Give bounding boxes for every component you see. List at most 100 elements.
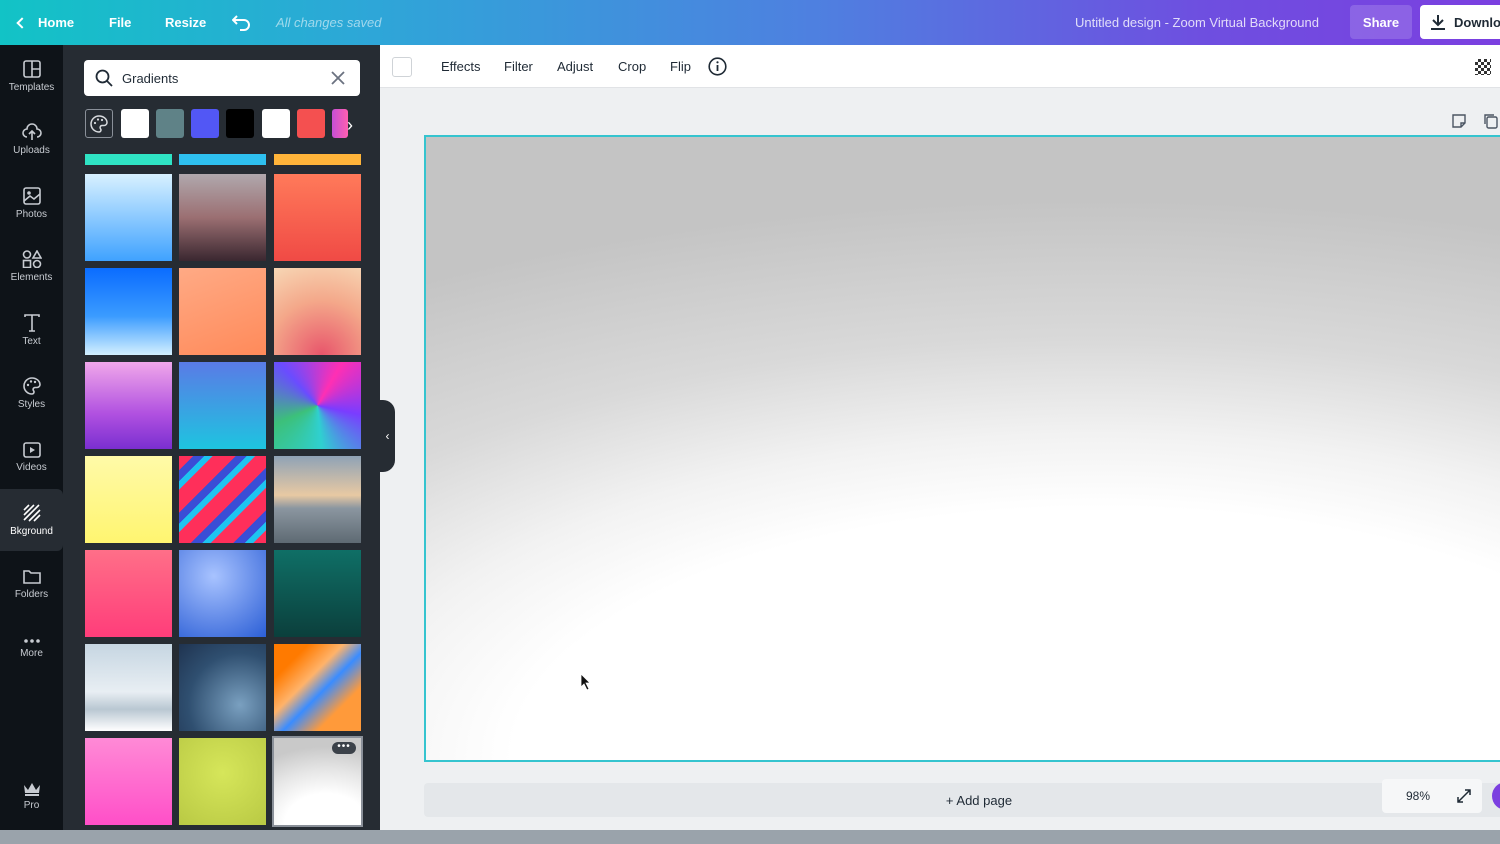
sidebar-item-label: Styles — [17, 398, 46, 410]
background-thumbnail[interactable] — [179, 456, 266, 543]
sidebar-item-elements[interactable]: Elements — [0, 235, 63, 297]
background-thumbnail[interactable] — [179, 644, 266, 731]
video-icon — [22, 441, 41, 458]
color-swatch[interactable] — [226, 109, 254, 138]
templates-icon — [22, 59, 41, 78]
download-icon — [1431, 15, 1445, 30]
clear-search-icon[interactable] — [330, 70, 346, 86]
background-stripes-icon — [22, 503, 41, 522]
sidebar-item-styles[interactable]: Styles — [0, 362, 63, 424]
sidebar-item-label: Text — [22, 335, 41, 347]
color-swatch[interactable] — [262, 109, 290, 138]
color-swatch[interactable] — [121, 109, 149, 138]
search-box — [84, 60, 360, 96]
info-icon[interactable] — [708, 57, 727, 76]
crown-icon — [23, 782, 40, 796]
color-swatch[interactable] — [332, 109, 348, 138]
resize-button[interactable]: Resize — [165, 0, 206, 45]
background-thumbnail[interactable] — [85, 738, 172, 825]
search-input[interactable] — [122, 60, 322, 96]
fullscreen-icon[interactable] — [1456, 788, 1472, 804]
background-thumbnail[interactable] — [274, 268, 361, 355]
chevron-right-icon[interactable]: › — [347, 115, 353, 136]
os-dock — [0, 830, 1500, 844]
background-thumbnail-selected[interactable]: ••• — [272, 736, 363, 827]
zoom-control: 98% — [1382, 779, 1482, 813]
background-thumbnail[interactable] — [85, 174, 172, 261]
download-button[interactable]: Downlo — [1420, 5, 1500, 39]
sidebar-item-label: Folders — [14, 588, 49, 600]
background-thumbnail[interactable] — [179, 738, 266, 825]
chevron-left-icon — [16, 16, 28, 29]
left-sidebar: Templates Uploads Photos Elements Text S… — [0, 45, 63, 830]
color-swatch[interactable] — [191, 109, 219, 138]
editor-toolbar: Effects Filter Adjust Crop Flip — [380, 45, 1500, 88]
more-dots-icon — [23, 638, 40, 643]
sidebar-item-label: Videos — [16, 461, 47, 473]
sidebar-item-templates[interactable]: Templates — [0, 45, 63, 107]
background-thumbnail[interactable] — [274, 644, 361, 731]
add-note-icon[interactable] — [1451, 113, 1467, 129]
background-thumbnail[interactable] — [85, 550, 172, 637]
background-thumbnail[interactable] — [274, 362, 361, 449]
transparency-icon[interactable] — [1475, 59, 1491, 75]
sidebar-item-label: More — [20, 647, 43, 659]
sidebar-item-label: Templates — [8, 81, 55, 93]
effects-button[interactable]: Effects — [441, 45, 481, 88]
background-thumbnail[interactable] — [85, 268, 172, 355]
save-status: All changes saved — [276, 15, 382, 30]
background-thumbnail[interactable] — [179, 362, 266, 449]
text-icon — [23, 313, 40, 332]
background-thumbnail[interactable] — [85, 362, 172, 449]
share-button[interactable]: Share — [1350, 5, 1412, 39]
upload-cloud-icon — [21, 122, 42, 140]
shapes-icon — [22, 249, 42, 268]
top-bar: Home File Resize All changes saved Untit… — [0, 0, 1500, 45]
background-thumbnail[interactable] — [274, 174, 361, 261]
background-thumbnail[interactable] — [85, 154, 172, 165]
sidebar-item-more[interactable]: More — [0, 617, 63, 679]
collapse-panel-button[interactable]: ‹ — [380, 400, 395, 472]
sidebar-item-uploads[interactable]: Uploads — [0, 108, 63, 170]
home-label: Home — [38, 15, 75, 30]
background-thumbnail[interactable] — [85, 644, 172, 731]
duplicate-page-icon[interactable] — [1483, 113, 1499, 129]
design-canvas[interactable] — [424, 135, 1500, 762]
flip-button[interactable]: Flip — [670, 45, 691, 88]
background-thumbnail[interactable] — [274, 154, 361, 165]
color-palette-button[interactable] — [85, 109, 113, 138]
photo-icon — [22, 186, 41, 205]
background-thumbnail[interactable] — [179, 268, 266, 355]
sidebar-item-videos[interactable]: Videos — [0, 426, 63, 488]
sidebar-item-pro[interactable]: Pro — [0, 765, 63, 827]
adjust-button[interactable]: Adjust — [557, 45, 593, 88]
color-swatch[interactable] — [297, 109, 325, 138]
undo-icon[interactable] — [231, 13, 252, 31]
sidebar-item-label: Pro — [23, 799, 40, 811]
sidebar-item-label: Photos — [15, 208, 48, 220]
color-filter-row: › — [85, 109, 360, 139]
home-button[interactable]: Home — [16, 0, 75, 45]
background-thumbnail[interactable] — [179, 550, 266, 637]
filter-button[interactable]: Filter — [504, 45, 533, 88]
more-options-icon[interactable]: ••• — [332, 742, 356, 754]
background-panel: › ••• — [63, 45, 380, 830]
add-page-button[interactable]: + Add page — [424, 783, 1500, 817]
background-thumbnail[interactable] — [179, 174, 266, 261]
crop-button[interactable]: Crop — [618, 45, 646, 88]
zoom-level[interactable]: 98% — [1406, 789, 1430, 803]
background-thumbnail[interactable] — [85, 456, 172, 543]
background-color-button[interactable] — [392, 57, 412, 77]
background-thumbnail[interactable] — [179, 154, 266, 165]
folder-icon — [22, 569, 41, 584]
design-title[interactable]: Untitled design - Zoom Virtual Backgroun… — [1075, 0, 1319, 45]
sidebar-item-background[interactable]: Bkground — [0, 489, 63, 551]
sidebar-item-text[interactable]: Text — [0, 299, 63, 361]
file-menu-button[interactable]: File — [109, 0, 131, 45]
background-thumbnail[interactable] — [274, 456, 361, 543]
color-swatch[interactable] — [156, 109, 184, 138]
sidebar-item-photos[interactable]: Photos — [0, 172, 63, 234]
sidebar-item-label: Elements — [10, 271, 53, 283]
sidebar-item-folders[interactable]: Folders — [0, 553, 63, 615]
background-thumbnail[interactable] — [274, 550, 361, 637]
